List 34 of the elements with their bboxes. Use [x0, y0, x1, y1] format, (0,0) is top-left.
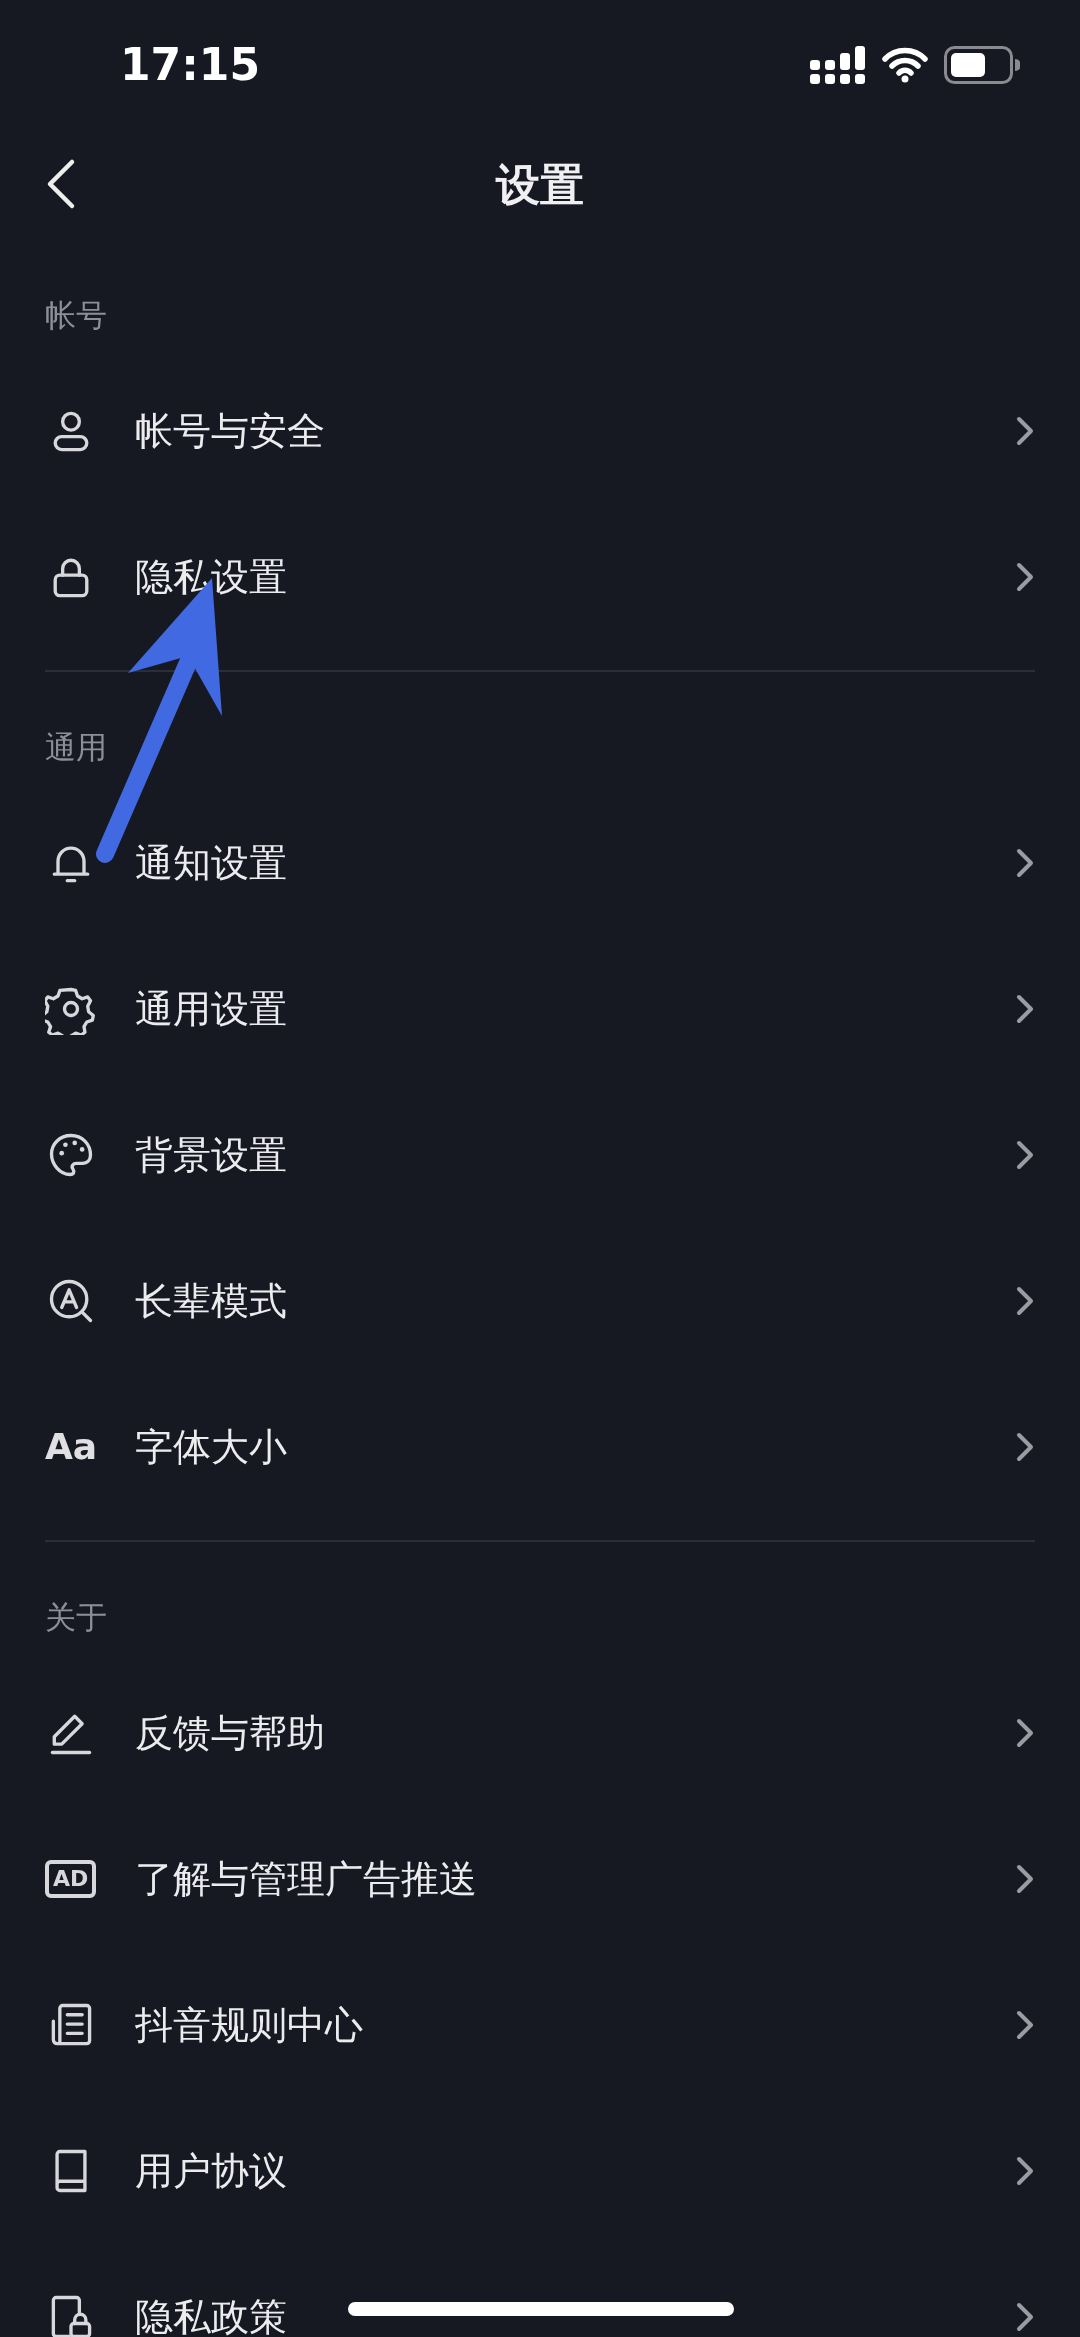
chevron-icon	[1015, 847, 1035, 879]
chevron-icon	[1015, 1863, 1035, 1895]
ad-icon: AD	[45, 1860, 97, 1898]
status-time: 17:15	[120, 38, 261, 92]
chevron-icon	[1015, 1285, 1035, 1317]
settings-row[interactable]: 隐私政策	[0, 2244, 1080, 2337]
settings-row[interactable]: 背景设置	[0, 1082, 1080, 1228]
settings-row[interactable]: 抖音规则中心	[0, 1952, 1080, 2098]
settings-row[interactable]: AD 了解与管理广告推送	[0, 1806, 1080, 1952]
chevron-icon	[1015, 1431, 1035, 1463]
chevron-icon	[1015, 2009, 1035, 2041]
font-size-icon: Aa	[45, 1420, 105, 1474]
settings-row[interactable]: 长辈模式	[0, 1228, 1080, 1374]
settings-row[interactable]: Aa 字体大小	[0, 1374, 1080, 1520]
chevron-icon	[1015, 1139, 1035, 1171]
chevron-icon	[1015, 415, 1035, 447]
signal-icon	[810, 46, 866, 84]
wifi-icon	[882, 47, 928, 83]
chevron-icon	[1015, 561, 1035, 593]
section-label: 帐号	[44, 296, 108, 335]
settings-row[interactable]: 反馈与帮助	[0, 1660, 1080, 1806]
section-label: 关于	[44, 1598, 108, 1637]
section-label: 通用	[44, 728, 108, 767]
page-title: 设置	[496, 158, 584, 212]
battery-icon	[944, 46, 1020, 84]
settings-row[interactable]: 通知设置	[0, 790, 1080, 936]
chevron-icon	[1015, 2155, 1035, 2187]
settings-row[interactable]: 帐号与安全	[0, 358, 1080, 504]
settings-row[interactable]: 用户协议	[0, 2098, 1080, 2244]
settings-row[interactable]: 通用设置	[0, 936, 1080, 1082]
chevron-icon	[1015, 1717, 1035, 1749]
back-button[interactable]	[45, 158, 77, 210]
chevron-icon	[1015, 2301, 1035, 2333]
chevron-icon	[1015, 993, 1035, 1025]
